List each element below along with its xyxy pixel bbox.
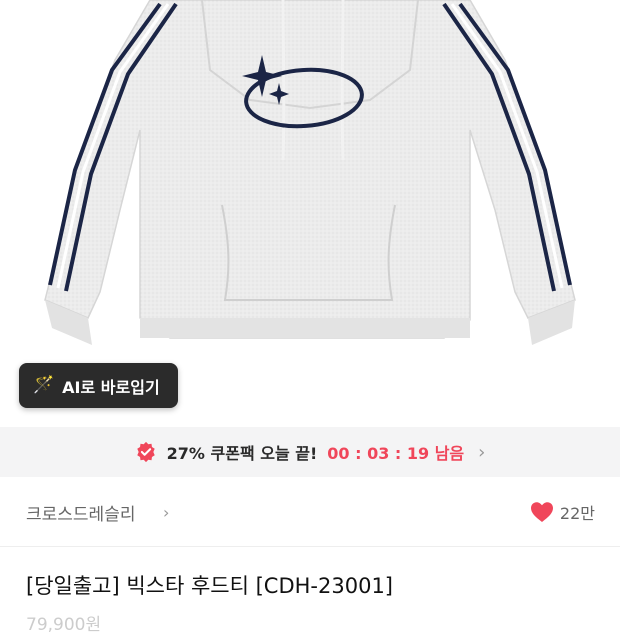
like-count: 22만	[559, 504, 595, 523]
brand-row: 크로스드레슬리 › 22만	[0, 489, 620, 535]
product-image[interactable]	[0, 0, 620, 425]
divider	[0, 546, 620, 547]
coupon-countdown: 00 : 03 : 19 남음	[327, 444, 465, 463]
chevron-right-icon: ›	[478, 441, 486, 463]
like-button[interactable]: 22만	[530, 500, 595, 524]
coupon-badge-icon	[136, 441, 155, 463]
ai-try-on-label: AI로 바로입기	[62, 377, 160, 397]
ai-try-on-button[interactable]: 🪄 AI로 바로입기	[19, 363, 178, 408]
product-price: 79,900원	[26, 615, 102, 635]
magic-wand-icon: 🪄	[33, 375, 55, 395]
chevron-right-icon[interactable]: ›	[163, 503, 169, 522]
hoodie-illustration	[44, 0, 576, 345]
brand-link[interactable]: 크로스드레슬리	[26, 500, 135, 525]
coupon-banner[interactable]: 27% 쿠폰팩 오늘 끝! 00 : 03 : 19 남음 ›	[0, 427, 620, 477]
coupon-text: 27% 쿠폰팩 오늘 끝!	[166, 444, 318, 463]
heart-icon	[530, 502, 553, 522]
product-title: [당일출고] 빅스타 후드티 [CDH-23001]	[26, 574, 394, 598]
